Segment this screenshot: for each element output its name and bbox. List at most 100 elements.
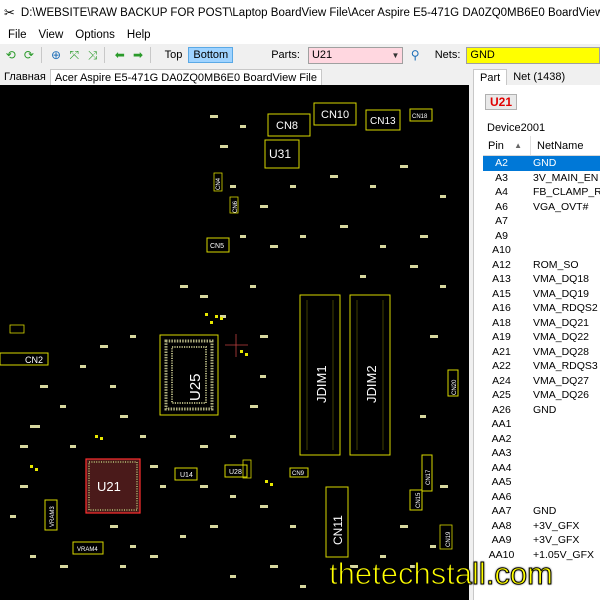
netname-cell: VGA_OVT# [533,200,589,213]
jdim1-label: JDIM1 [314,365,329,403]
netname-cell: +3V_GFX [533,534,580,546]
netname-cell [520,446,600,461]
pin-cell: A10 [492,244,511,256]
zoom-in-icon[interactable]: ⊕ [48,47,63,63]
chevron-down-icon[interactable]: ▼ [389,49,401,62]
menu-help[interactable]: Help [121,29,157,41]
table-row[interactable]: A9 [483,229,600,244]
menu-file[interactable]: File [4,29,33,41]
table-row[interactable]: AA1 [483,417,600,432]
table-row[interactable]: A19 VMA_DQ22 [483,330,600,345]
netname-cell: +3V_GFX [533,519,580,532]
table-row[interactable]: A2 GND [483,156,600,171]
table-row[interactable]: A7 [483,214,600,229]
pin-cell: A2 [495,157,508,169]
cn11-label: CN11 [331,515,345,545]
table-row[interactable]: A10 [483,243,600,258]
pin-cell: AA8 [491,519,512,532]
table-row[interactable]: A21 VMA_DQ28 [483,345,600,360]
window-title: D:\WEBSITE\RAW BACKUP FOR POST\Laptop Bo… [20,7,600,19]
table-row[interactable]: AA8 +3V_GFX [483,519,600,534]
u14-label: U14 [180,472,193,479]
parts-search-input[interactable]: U21 ▼ [307,46,404,64]
tab-boardview-file[interactable]: Acer Aspire E5-471G DA0ZQ0MB6E0 BoardVie… [49,69,322,85]
vram4-label: VRAM4 [77,547,98,553]
pin-cell: A7 [495,215,508,227]
table-row[interactable]: A3 3V_MAIN_EN [483,171,600,186]
pin-cell: A18 [492,316,511,329]
table-row[interactable]: A18 VMA_DQ21 [483,316,600,331]
netname-cell [520,214,600,229]
cn9-label: CN9 [292,471,305,477]
netname-cell [520,229,600,244]
rotate-right-icon[interactable]: ⟳ [21,47,36,63]
netname-cell [520,461,600,476]
table-row[interactable]: AA4 [483,461,600,476]
table-row[interactable]: AA2 [483,432,600,447]
device-name: Device2001 [487,122,546,134]
board-canvas[interactable]: CN8 CN10 CN13 U31 CN5 CN2 U21 U14 U28 VR… [0,85,469,600]
nets-label: Nets: [434,49,461,61]
netname-cell [520,490,600,505]
column-pin[interactable]: Pin ▲ [483,136,531,155]
cn17-label: CN17 [426,469,432,485]
arrow-left-icon[interactable]: ⬅ [112,47,127,63]
cn10-label: CN10 [321,109,349,121]
column-pin-label: Pin [488,140,504,152]
table-row[interactable]: A24 VMA_DQ27 [483,374,600,389]
table-row[interactable]: A12 ROM_SO [483,258,600,273]
netname-cell: ROM_SO [533,258,579,271]
u28-label: U28 [229,469,242,476]
table-row[interactable]: A15 VMA_DQ19 [483,287,600,302]
menu-options[interactable]: Options [69,29,121,41]
menu-bar: File View Options Help [0,26,600,44]
tab-net[interactable]: Net (1438) [507,69,571,85]
pin-cell: A26 [492,403,511,416]
toolbar: ⟲ ⟳ ⊕ ⤧ ⤨ ⬅ ➡ Top Bottom Parts: U21 ▼ ⚲ … [0,44,600,66]
table-row[interactable]: A22 VMA_RDQS3 [483,359,600,374]
table-row[interactable]: A26 GND [483,403,600,418]
boardviewer-window: ✂ D:\WEBSITE\RAW BACKUP FOR POST\Laptop … [0,0,600,600]
table-row[interactable]: A4 FB_CLAMP_REQ [483,185,600,200]
netname-cell: GND [533,403,557,416]
arrow-right-icon[interactable]: ➡ [130,47,145,63]
zoom-fit-icon[interactable]: ⤧ [67,47,82,63]
table-row[interactable]: AA7 GND [483,504,600,519]
netname-cell: GND [533,505,557,517]
table-row[interactable]: AA6 [483,490,600,505]
column-netname[interactable]: NetName [531,136,600,155]
bottom-side-button[interactable]: Bottom [188,47,234,63]
cn4-label: CN4 [216,177,222,190]
search-part-icon[interactable]: ⚲ [407,47,422,63]
rotate-left-icon[interactable]: ⟲ [3,47,18,63]
panel-tabs: Part Net (1438) [473,68,600,85]
netname-cell: VMA_RDQS3 [533,360,598,372]
netname-cell: VMA_DQ28 [533,345,590,358]
table-row[interactable]: AA3 [483,446,600,461]
netname-cell: VMA_DQ19 [533,287,590,300]
nets-search-input[interactable]: GND [466,46,600,64]
top-side-button[interactable]: Top [161,48,187,62]
pin-cell: A21 [492,345,511,358]
table-row[interactable]: AA9 +3V_GFX [483,533,600,548]
pin-cell: A16 [492,302,511,314]
pin-rows: A2 GND A3 3V_MAIN_EN A4 FB_CLAMP_REQ A6 VGA_OVT… [483,156,600,562]
netname-cell [520,417,600,432]
pin-cell: A4 [495,186,508,198]
tab-home[interactable]: Главная [0,69,50,85]
zoom-out-icon[interactable]: ⤨ [85,47,100,63]
pin-cell: A6 [495,200,508,213]
pin-cell: A15 [492,287,511,300]
table-row[interactable]: A16 VMA_RDQS2 [483,301,600,316]
tab-part[interactable]: Part [473,69,508,85]
netname-cell [520,243,600,258]
cn18-label: CN18 [412,114,428,120]
jdim2-label: JDIM2 [364,365,379,403]
table-row[interactable]: A25 VMA_DQ26 [483,388,600,403]
table-row[interactable]: A6 VGA_OVT# [483,200,600,215]
table-row[interactable]: A13 VMA_DQ18 [483,272,600,287]
netname-cell: VMA_RDQS2 [533,302,598,314]
menu-view[interactable]: View [33,29,70,41]
table-row[interactable]: AA5 [483,475,600,490]
board-drawing[interactable]: CN8 CN10 CN13 U31 CN5 CN2 U21 U14 U28 VR… [0,85,469,600]
